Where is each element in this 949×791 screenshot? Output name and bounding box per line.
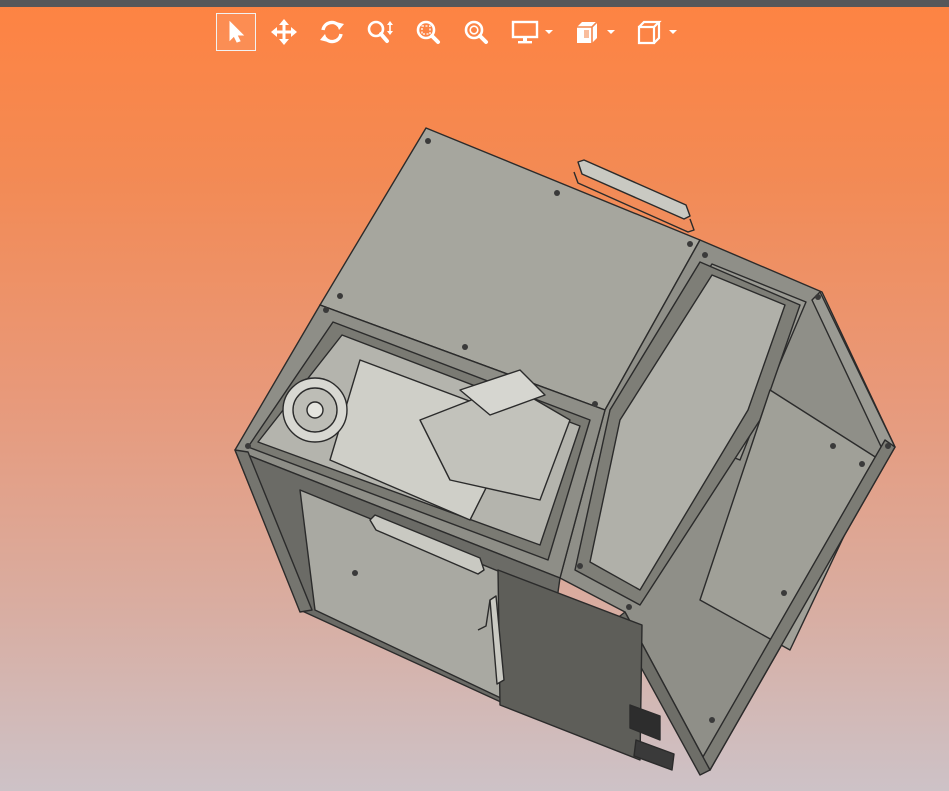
chevron-down-icon [607, 30, 615, 34]
zoom-window-icon [416, 20, 440, 44]
rotate-button[interactable] [312, 13, 352, 51]
zoom-fit-icon [464, 20, 488, 44]
zoom-window-button[interactable] [408, 13, 448, 51]
3d-viewport[interactable] [0, 60, 949, 791]
arrow-cursor-icon [229, 20, 245, 43]
chevron-down-icon [545, 30, 553, 34]
rotate-icon [320, 20, 344, 44]
view-orientation-dropdown[interactable] [628, 13, 682, 51]
monitor-icon [511, 20, 539, 44]
select-button[interactable] [216, 13, 256, 51]
zoom-fit-button[interactable] [456, 13, 496, 51]
pan-arrows-icon [271, 19, 297, 45]
shaded-cube-icon [577, 21, 598, 43]
chevron-down-icon [669, 30, 677, 34]
view-toolbar [216, 12, 690, 52]
wireframe-cube-icon [637, 20, 662, 45]
window-top-bar [0, 0, 949, 7]
render-style-dropdown[interactable] [566, 13, 620, 51]
enclosure-assembly-model[interactable] [0, 60, 949, 791]
zoom-icon [367, 20, 393, 43]
display-mode-dropdown[interactable] [504, 13, 558, 51]
zoom-button[interactable] [360, 13, 400, 51]
pan-button[interactable] [264, 13, 304, 51]
